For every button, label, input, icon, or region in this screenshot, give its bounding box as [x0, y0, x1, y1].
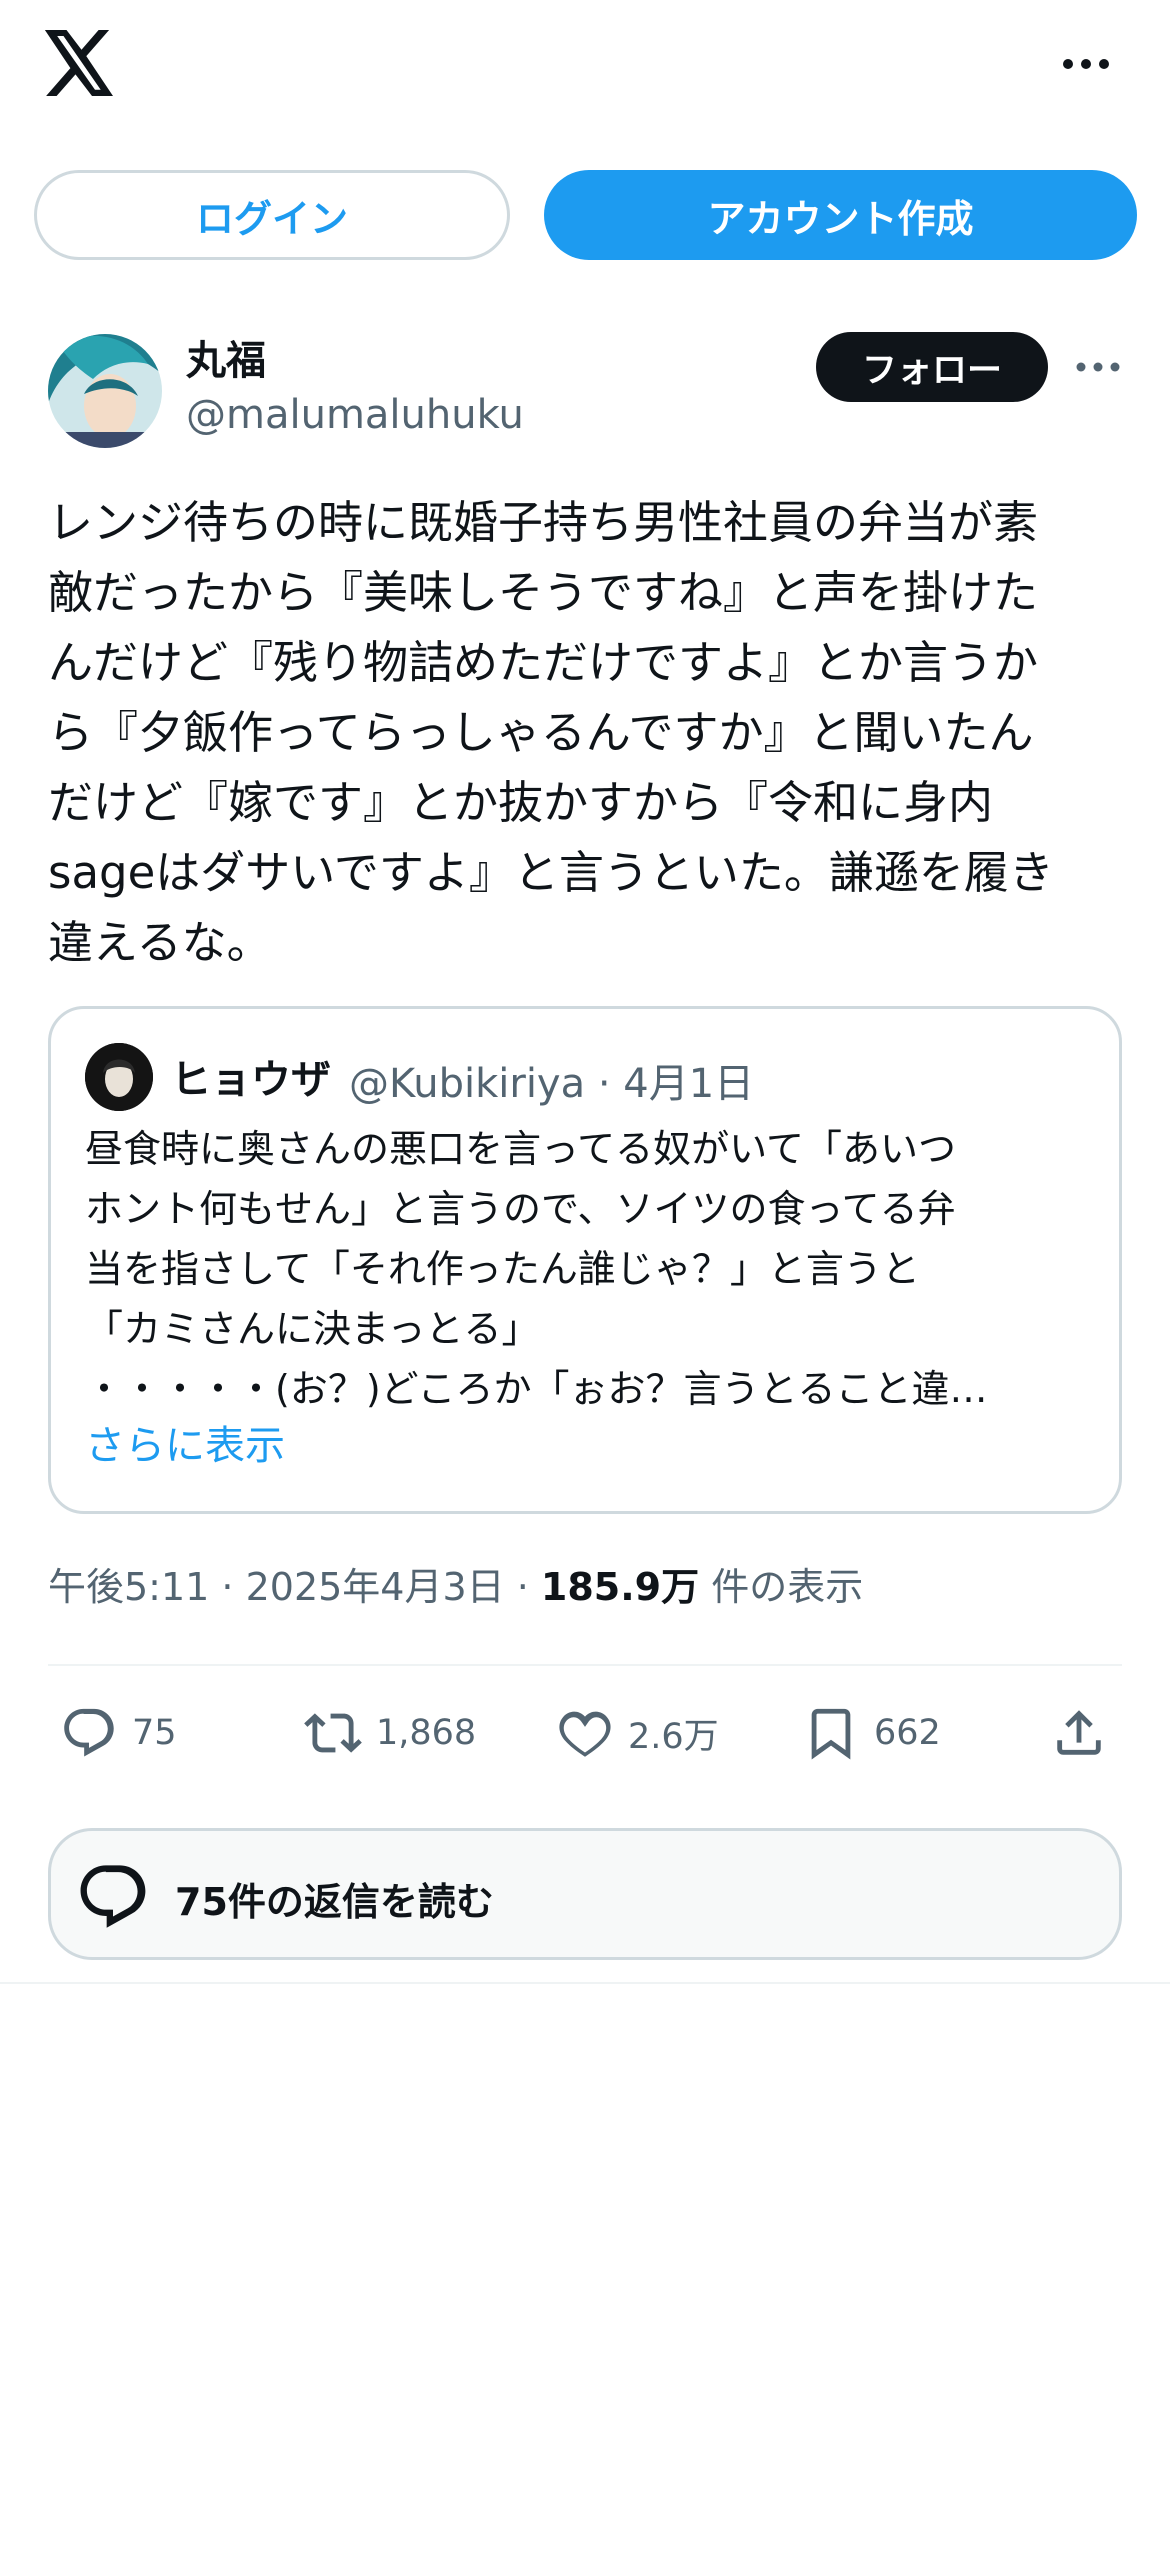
- quoted-post[interactable]: ヒョウザ @Kubikiriya · 4月1日 昼食時に奥さんの悪口を言ってる奴…: [48, 1006, 1122, 1514]
- author-name[interactable]: 丸福: [186, 328, 266, 386]
- author-handle[interactable]: @malumaluhuku: [186, 392, 524, 438]
- reply-button[interactable]: 75: [60, 1698, 177, 1768]
- divider: [48, 1664, 1122, 1666]
- post-text: レンジ待ちの時に既婚子持ち男性社員の弁当が素 敵だったから『美味しそうですね』と…: [48, 496, 1054, 969]
- read-replies-label: 75件の返信を読む: [175, 1880, 494, 1924]
- read-replies-button[interactable]: 75件の返信を読む: [48, 1828, 1122, 1960]
- more-horizontal-icon[interactable]: [1062, 58, 1110, 70]
- quote-date[interactable]: 4月1日: [623, 1061, 754, 1107]
- chat-bubble-icon: [80, 1865, 146, 1928]
- views-count: 185.9万: [540, 1565, 700, 1609]
- separator-dot: ·: [504, 1565, 541, 1609]
- quote-author-handle[interactable]: @Kubikiriya: [349, 1061, 585, 1107]
- action-bar: 75 1,868 2.6万 662: [0, 1698, 1170, 1778]
- post-timestamp: 午後5:11 · 2025年4月3日 · 185.9万 件の表示: [48, 1556, 863, 1611]
- quote-author-avatar[interactable]: [85, 1043, 153, 1111]
- show-more-link[interactable]: さらに表示: [85, 1413, 285, 1471]
- separator-dot: ·: [209, 1565, 246, 1609]
- quote-meta: @Kubikiriya · 4月1日: [349, 1051, 754, 1109]
- bookmark-count: 662: [874, 1713, 941, 1753]
- bookmark-button[interactable]: 662: [802, 1698, 941, 1768]
- reply-icon: [64, 1708, 114, 1757]
- repost-icon: [304, 1713, 362, 1753]
- follow-button[interactable]: フォロー: [816, 332, 1048, 402]
- separator-dot: ·: [585, 1061, 624, 1107]
- post-date[interactable]: 2025年4月3日: [246, 1565, 505, 1609]
- x-logo-icon[interactable]: [44, 30, 116, 96]
- like-button[interactable]: 2.6万: [556, 1698, 719, 1768]
- divider: [0, 1982, 1170, 1984]
- author-avatar[interactable]: [48, 334, 162, 448]
- top-bar: [0, 0, 1170, 130]
- share-button[interactable]: [1050, 1698, 1108, 1768]
- quote-text: 昼食時に奥さんの悪口を言ってる奴がいて「あいつ ホント何もせん」と言うので、ソイ…: [85, 1127, 988, 1411]
- login-button[interactable]: ログイン: [34, 170, 510, 260]
- post-more-icon[interactable]: [1076, 362, 1120, 372]
- views-label: 件の表示: [711, 1565, 864, 1609]
- like-count: 2.6万: [628, 1716, 719, 1757]
- repost-button[interactable]: 1,868: [304, 1698, 476, 1768]
- repost-count: 1,868: [376, 1713, 477, 1753]
- signup-button[interactable]: アカウント作成: [544, 170, 1137, 260]
- share-icon: [1057, 1710, 1101, 1755]
- quote-author-name[interactable]: ヒョウザ: [171, 1047, 331, 1105]
- reply-count: 75: [132, 1713, 177, 1753]
- bookmark-icon: [811, 1708, 851, 1760]
- heart-icon: [559, 1711, 611, 1757]
- post-time[interactable]: 午後5:11: [48, 1565, 209, 1609]
